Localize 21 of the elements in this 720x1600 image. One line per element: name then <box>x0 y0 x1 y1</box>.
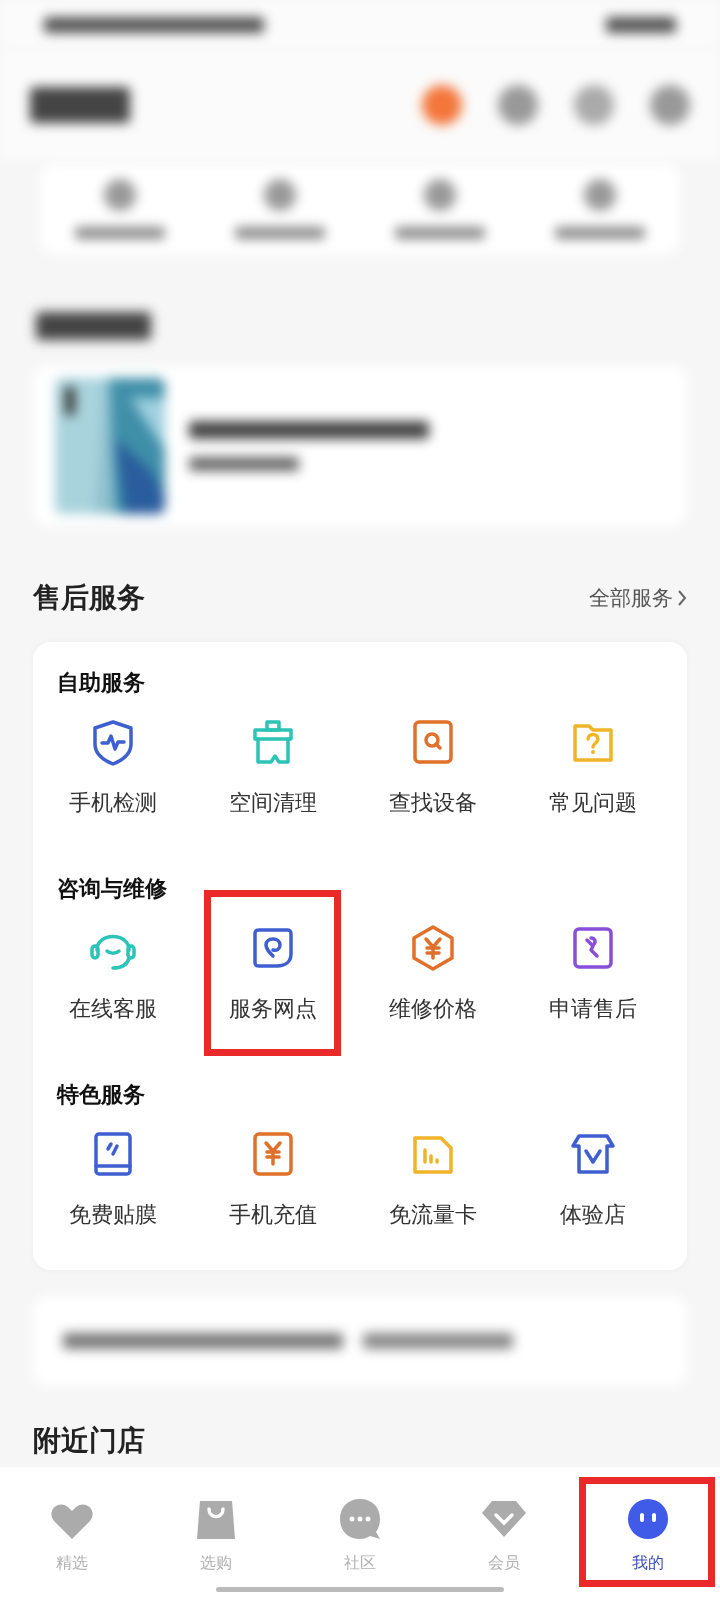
service-item[interactable]: 查找设备 <box>389 712 477 824</box>
service-item[interactable]: 维修价格 <box>389 918 477 1030</box>
subsection-title: 自助服务 <box>57 669 146 697</box>
service-item[interactable]: 申请售后 <box>549 918 637 1030</box>
section-title: 附近门店 <box>33 1423 146 1459</box>
section-title: 售后服务 <box>33 580 145 616</box>
service-item[interactable]: 免费贴膜 <box>69 1124 157 1236</box>
tab[interactable]: 我的 <box>576 1467 720 1600</box>
service-item[interactable]: 免流量卡 <box>389 1124 477 1236</box>
chevron-right-icon <box>677 589 687 607</box>
service-item[interactable]: 空间清理 <box>229 712 317 824</box>
service-item[interactable]: 体验店 <box>560 1124 626 1236</box>
subsection-title: 咨询与维修 <box>57 875 168 903</box>
service-item[interactable]: 服务网点 <box>229 918 317 1030</box>
subsection-title: 特色服务 <box>57 1081 146 1109</box>
yen-hexagon-icon <box>409 924 457 972</box>
service-item[interactable]: 在线客服 <box>69 918 157 1030</box>
service-item[interactable]: 常见问题 <box>549 712 637 824</box>
all-services-link[interactable]: 全部服务 <box>589 584 687 612</box>
service-item[interactable]: 手机充值 <box>229 1124 317 1236</box>
service-item[interactable]: 手机检测 <box>69 712 157 824</box>
